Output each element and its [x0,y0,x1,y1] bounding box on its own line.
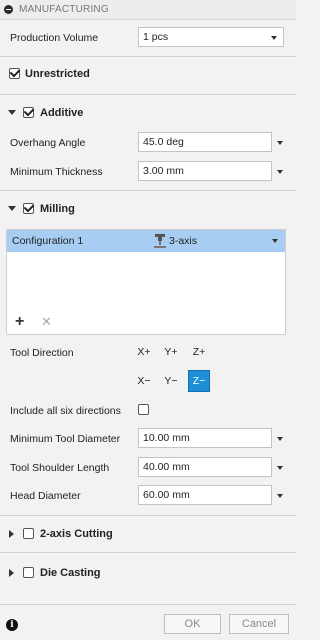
die-casting-label: Die Casting [40,567,101,579]
configuration-type: 3-axis [169,235,198,247]
include-all-six-checkbox[interactable] [138,404,149,415]
minimum-tool-diameter-label: Minimum Tool Diameter [10,433,121,445]
head-diameter-label: Head Diameter [10,490,81,502]
overhang-angle-input[interactable]: 45.0 deg [138,132,272,152]
tool-shoulder-length-input[interactable]: 40.00 mm [138,457,272,477]
mill-tool-icon [154,234,166,248]
tool-shoulder-length-label: Tool Shoulder Length [10,462,110,474]
direction-z-plus-button[interactable]: Z+ [188,341,210,363]
divider [0,56,296,57]
divider [0,552,296,553]
die-casting-checkbox[interactable] [23,567,34,578]
additive-checkbox[interactable] [23,107,34,118]
configuration-list: Configuration 1 3-axis + ✕ [6,229,286,335]
remove-configuration-button[interactable]: ✕ [41,315,52,329]
milling-checkbox[interactable] [23,203,34,214]
chevron-down-icon[interactable] [277,494,283,498]
2-axis-cutting-label: 2-axis Cutting [40,528,113,540]
minimum-thickness-label: Minimum Thickness [10,166,103,178]
direction-y-minus-button[interactable]: Y− [160,370,182,392]
minimum-tool-diameter-input[interactable]: 10.00 mm [138,428,272,448]
head-diameter-value: 60.00 mm [143,489,190,501]
configuration-row[interactable]: Configuration 1 3-axis [7,230,285,252]
divider [0,190,296,191]
head-diameter-input[interactable]: 60.00 mm [138,485,272,505]
expand-additive-icon[interactable] [8,110,16,115]
chevron-down-icon[interactable] [277,170,283,174]
ok-button[interactable]: OK [164,614,221,634]
milling-label: Milling [40,203,75,215]
collapse-icon[interactable] [4,5,13,14]
direction-y-plus-button[interactable]: Y+ [160,341,182,363]
include-all-six-label: Include all six directions [10,405,121,417]
additive-label: Additive [40,107,84,119]
configuration-name: Configuration 1 [12,235,84,247]
expand-die-casting-icon[interactable] [9,569,14,577]
direction-z-minus-button[interactable]: Z− [188,370,210,392]
tool-direction-label: Tool Direction [10,347,74,359]
chevron-down-icon[interactable] [272,239,278,243]
minimum-thickness-input[interactable]: 3.00 mm [138,161,272,181]
chevron-down-icon [271,36,277,40]
chevron-down-icon[interactable] [277,141,283,145]
panel-title: MANUFACTURING [19,4,109,15]
unrestricted-checkbox[interactable] [9,68,20,79]
minimum-tool-diameter-value: 10.00 mm [143,432,190,444]
divider [0,94,296,95]
direction-x-minus-button[interactable]: X− [133,370,155,392]
overhang-angle-value: 45.0 deg [143,136,184,148]
expand-2-axis-cutting-icon[interactable] [9,530,14,538]
chevron-down-icon[interactable] [277,437,283,441]
2-axis-cutting-checkbox[interactable] [23,528,34,539]
cancel-button[interactable]: Cancel [229,614,289,634]
add-configuration-button[interactable]: + [15,314,24,330]
panel-titlebar[interactable]: MANUFACTURING [0,0,296,20]
unrestricted-label: Unrestricted [25,68,90,80]
minimum-thickness-value: 3.00 mm [143,165,184,177]
direction-x-plus-button[interactable]: X+ [133,341,155,363]
tool-shoulder-length-value: 40.00 mm [143,461,190,473]
divider [0,515,296,516]
overhang-angle-label: Overhang Angle [10,137,86,149]
production-volume-value: 1 pcs [143,31,169,43]
expand-milling-icon[interactable] [8,206,16,211]
info-icon[interactable]: i [6,619,18,631]
chevron-down-icon[interactable] [277,466,283,470]
production-volume-label: Production Volume [10,32,99,44]
production-volume-select[interactable]: 1 pcs [138,27,284,47]
